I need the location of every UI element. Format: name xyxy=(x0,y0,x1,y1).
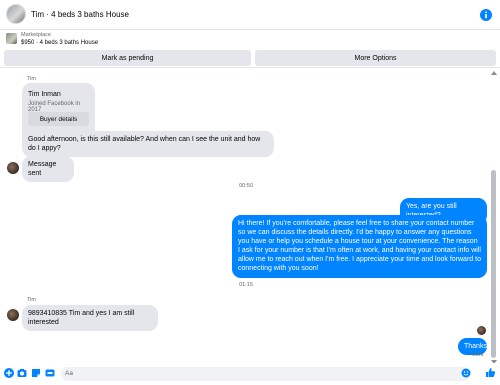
emoji-icon[interactable] xyxy=(461,368,471,378)
gif-icon[interactable] xyxy=(45,368,55,378)
listing-price: $950 · 4 beds 3 baths House xyxy=(21,40,99,46)
conversation-header: Tim · 4 beds 3 baths House xyxy=(0,0,500,30)
marketplace-listing[interactable]: Marketplace $950 · 4 beds 3 baths House xyxy=(0,30,500,49)
message-timestamp: 00:50 xyxy=(239,183,253,189)
mark-pending-button[interactable]: Mark as pending xyxy=(4,50,251,66)
message-composer: Aa xyxy=(0,363,500,385)
listing-thumbnail xyxy=(6,33,17,44)
more-options-button[interactable]: More Options xyxy=(255,50,496,66)
sender-name: Tim xyxy=(27,297,36,303)
message-input[interactable]: Aa xyxy=(61,367,470,381)
marketplace-label: Marketplace xyxy=(21,32,51,38)
delivery-status: Sent xyxy=(472,352,484,358)
scroll-up-arrow[interactable] xyxy=(491,71,497,75)
listing-avatar[interactable] xyxy=(6,4,26,24)
message-bubble-incoming[interactable]: Good afternoon, is this still available?… xyxy=(22,131,274,157)
like-icon[interactable] xyxy=(485,367,496,378)
sticker-icon[interactable] xyxy=(31,368,41,378)
buyer-details-button[interactable]: Buyer details xyxy=(28,112,89,126)
sender-name: Tim xyxy=(27,76,36,82)
info-icon[interactable] xyxy=(480,9,492,21)
profile-name[interactable]: Tim Inman xyxy=(28,91,61,98)
message-bubble-incoming[interactable]: Message sent xyxy=(22,156,74,182)
message-timestamp: 01:15 xyxy=(239,282,253,288)
camera-icon[interactable] xyxy=(17,368,27,378)
sender-avatar[interactable] xyxy=(7,309,19,321)
message-bubble-incoming[interactable]: 9893410835 Tim and yes I am still intere… xyxy=(22,305,158,331)
message-bubble-outgoing[interactable]: Hi there! If you're comfortable, please … xyxy=(232,215,487,278)
plus-icon[interactable] xyxy=(4,368,14,378)
sender-avatar[interactable] xyxy=(7,162,19,174)
conversation-title[interactable]: Tim · 4 beds 3 baths House xyxy=(31,10,129,19)
scrollbar-thumb[interactable] xyxy=(491,170,496,358)
listing-actions: Mark as pending More Options xyxy=(0,49,500,68)
read-receipt-avatar xyxy=(477,326,486,335)
